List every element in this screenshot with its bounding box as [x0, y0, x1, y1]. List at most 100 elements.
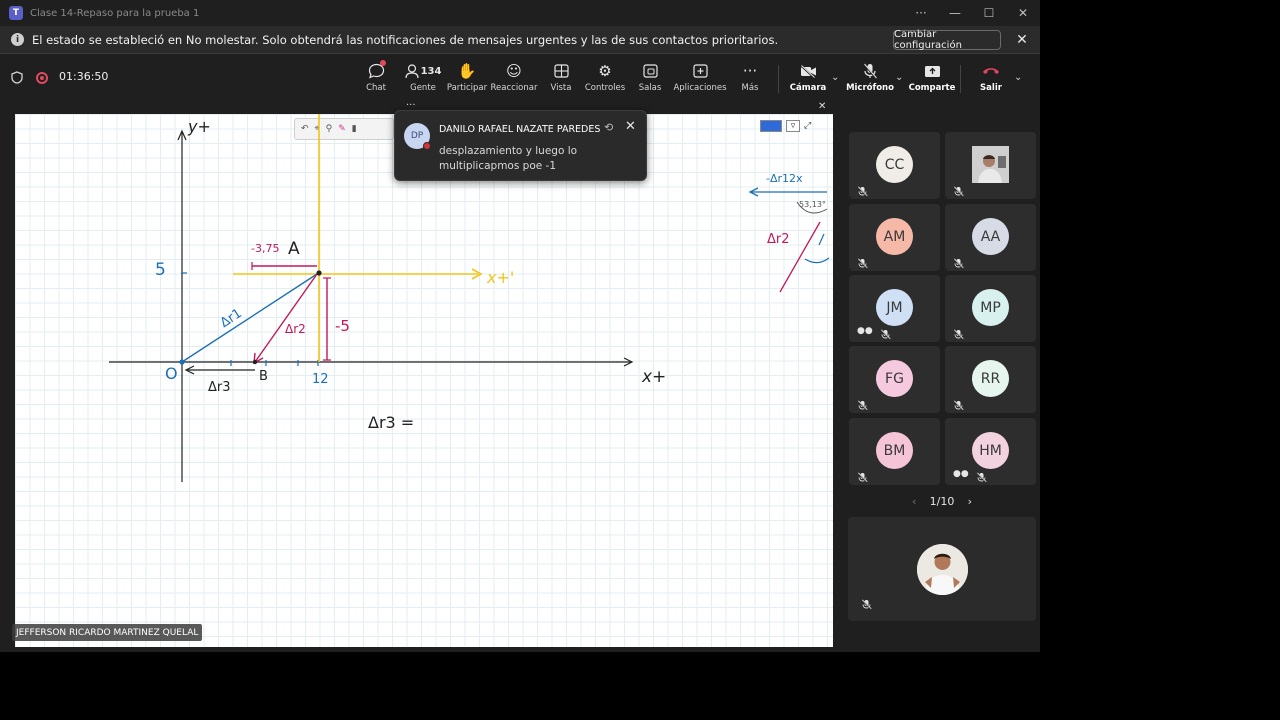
rooms-button[interactable]: Salas: [639, 61, 661, 97]
people-label: Gente: [410, 83, 436, 93]
change-settings-button[interactable]: Cambiar configuración: [893, 29, 1001, 51]
apps-label: Aplicaciones: [673, 83, 727, 93]
participant-avatar: MP: [972, 289, 1009, 326]
people-button[interactable]: 134 Gente: [403, 61, 443, 97]
more-icon: ···: [742, 62, 758, 80]
participant-avatar: [972, 146, 1009, 183]
label-minus-375: -3,75: [251, 242, 280, 255]
participant-tile[interactable]: AM: [849, 204, 940, 271]
participant-avatar: JM: [876, 289, 913, 326]
chat-label: Chat: [366, 83, 386, 93]
muted-mic-icon: [953, 325, 964, 340]
label-dr3: Δr3: [208, 380, 231, 395]
people-count: 134: [420, 65, 442, 77]
title-bar: T Clase 14-Repaso para la prueba 1 ··· —…: [0, 0, 1040, 26]
leave-button[interactable]: Salir: [978, 61, 1004, 97]
chat-button[interactable]: Chat: [364, 61, 388, 97]
muted-mic-icon: [880, 325, 891, 340]
teams-window: T Clase 14-Repaso para la prueba 1 ··· —…: [0, 0, 1040, 652]
mic-off-icon: [863, 61, 877, 81]
label-twelve: 12: [312, 372, 329, 387]
controls-button[interactable]: ⚙ Controles: [584, 61, 626, 97]
participant-tile[interactable]: HM ●●: [945, 418, 1036, 485]
previous-page-icon[interactable]: ‹: [912, 495, 916, 508]
view-button[interactable]: Vista: [550, 61, 572, 97]
presence-busy-icon: [423, 142, 431, 150]
chat-notification[interactable]: DP DANILO RAFAEL NAZATE PAREDES desplaza…: [394, 110, 647, 181]
participant-tile[interactable]: CC: [849, 132, 940, 199]
camera-chevron-down-icon[interactable]: ⌄: [831, 72, 839, 83]
vector-dr1: [181, 273, 318, 363]
label-b: B: [259, 369, 268, 384]
controls-label: Controles: [584, 83, 626, 93]
toolbar-divider: [778, 65, 779, 93]
apps-button[interactable]: Aplicaciones: [673, 61, 727, 97]
emoji-icon: ☺: [506, 62, 522, 80]
label-minus-5: -5: [335, 317, 350, 335]
participant-tile[interactable]: AA: [945, 204, 1036, 271]
muted-mic-icon: [857, 254, 868, 269]
shared-whiteboard[interactable]: ↶ ⌖ ⚲ ✎ ▮ ▿ ⤢ y+ x+ x+' 5 O B 12 A -3,75…: [15, 114, 833, 647]
people-group-icon: ●●: [953, 469, 969, 479]
label-x-prime: x+': [487, 268, 515, 287]
point-origin: [179, 359, 185, 365]
participant-tile[interactable]: RR: [945, 346, 1036, 413]
participant-tile[interactable]: [945, 132, 1036, 199]
recording-icon: [36, 72, 48, 84]
point-a: [316, 270, 322, 276]
pin-icon[interactable]: ⟲: [604, 121, 613, 134]
share-label: Comparte: [908, 83, 956, 93]
next-page-icon[interactable]: ›: [968, 495, 972, 508]
more-options-icon[interactable]: ···: [904, 0, 938, 26]
muted-mic-icon: [976, 468, 987, 483]
react-label: Reaccionar: [490, 83, 538, 93]
share-button[interactable]: Comparte: [909, 61, 955, 97]
roster-pager: ‹ 1/10 ›: [912, 493, 972, 509]
leave-chevron-down-icon[interactable]: ⌄: [1014, 72, 1022, 83]
muted-mic-icon: [857, 182, 868, 197]
window-title: Clase 14-Repaso para la prueba 1: [30, 7, 200, 19]
hand-icon: ✋: [457, 62, 477, 80]
toolbar-divider: [960, 65, 961, 93]
microphone-button[interactable]: Micrófono: [846, 61, 894, 97]
teams-logo-icon: T: [9, 6, 23, 20]
meeting-toolbar: 01:36:50 Chat 134 Gente ✋ Participar ☺ R…: [0, 55, 1040, 101]
muted-mic-icon: [861, 599, 872, 610]
label-dr13: Δr3 =: [368, 413, 415, 432]
label-side-dr12x: -Δr12x: [766, 172, 803, 185]
raise-hand-button[interactable]: ✋ Participar: [447, 61, 487, 97]
hang-up-icon: [982, 61, 1000, 81]
participant-avatar: BM: [876, 432, 913, 469]
camera-off-icon: [799, 61, 817, 81]
shield-icon: [11, 71, 23, 84]
people-icon: [404, 63, 419, 78]
label-origin: O: [165, 364, 178, 383]
point-b: [252, 359, 258, 365]
react-button[interactable]: ☺ Reaccionar: [490, 61, 538, 97]
sender-name: DANILO RAFAEL NAZATE PAREDES: [439, 124, 601, 135]
more-button[interactable]: ··· Más: [740, 61, 760, 97]
close-banner-icon[interactable]: ✕: [1013, 30, 1031, 50]
muted-mic-icon: [953, 396, 964, 411]
close-notification-icon[interactable]: ✕: [625, 119, 636, 134]
participant-tile[interactable]: JM ●●: [849, 275, 940, 342]
participant-tile[interactable]: FG: [849, 346, 940, 413]
minimize-button[interactable]: —: [938, 0, 972, 26]
leave-label: Salir: [980, 83, 1002, 93]
vector-dr2: [254, 273, 318, 363]
info-icon: i: [11, 33, 24, 46]
camera-button[interactable]: Cámara: [790, 61, 826, 97]
label-x-axis: x+: [642, 367, 667, 387]
participant-tile[interactable]: BM: [849, 418, 940, 485]
mic-chevron-down-icon[interactable]: ⌄: [895, 72, 903, 83]
participant-tile[interactable]: MP: [945, 275, 1036, 342]
close-window-button[interactable]: ✕: [1006, 0, 1040, 26]
maximize-button[interactable]: ☐: [972, 0, 1006, 26]
label-five: 5: [155, 260, 166, 280]
notification-message: desplazamiento y luego lo multiplicapmos…: [439, 145, 578, 172]
stage-close-icon[interactable]: ✕: [818, 101, 826, 112]
label-dr2: Δr2: [285, 322, 306, 336]
side-arc: [804, 257, 830, 264]
add-app-icon: [692, 61, 708, 81]
self-video-tile[interactable]: [848, 517, 1036, 621]
